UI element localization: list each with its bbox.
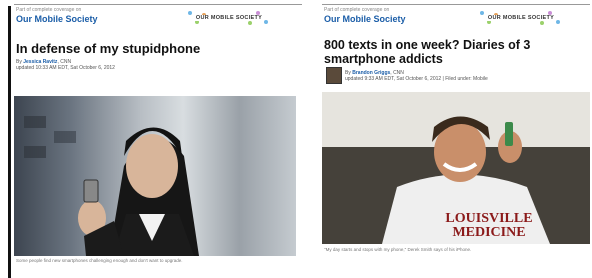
hoodie-lettering: LOUISVILLE MEDICINE — [434, 212, 544, 240]
article-photo — [14, 96, 296, 256]
author-avatar[interactable] — [326, 67, 342, 84]
badge-label: OUR MOBILE SOCIETY — [193, 14, 265, 21]
part-of-label: Part of complete coverage on — [16, 7, 82, 13]
article-panel-left: Part of complete coverage on Our Mobile … — [14, 4, 302, 263]
part-of-label: Part of complete coverage on — [324, 7, 390, 13]
series-link[interactable]: Our Mobile Society — [16, 14, 98, 24]
article-headline[interactable]: 800 texts in one week? Diaries of 3 smar… — [324, 38, 584, 66]
hoodie-line-1: LOUISVILLE — [445, 211, 533, 226]
photo-caption: "My day starts and stops with my phone,"… — [324, 247, 472, 252]
left-border-rule — [8, 6, 11, 278]
photo-caption: Some people find new smartphones challen… — [16, 258, 183, 263]
updated-timestamp: updated 9:33 AM EDT, Sat October 6, 2012… — [345, 76, 488, 82]
hoodie-line-2: MEDICINE — [452, 225, 526, 240]
article-headline[interactable]: In defense of my stupidphone — [16, 42, 200, 56]
article-photo: LOUISVILLE MEDICINE — [322, 92, 590, 244]
woman-with-phone-photo — [24, 116, 199, 256]
badge-label: OUR MOBILE SOCIETY — [485, 14, 557, 21]
byline: By Brandon Griggs, CNN updated 9:33 AM E… — [345, 70, 488, 82]
article-panel-right: Part of complete coverage on Our Mobile … — [322, 4, 590, 262]
series-badge[interactable]: OUR MOBILE SOCIETY — [186, 9, 272, 26]
series-badge[interactable]: OUR MOBILE SOCIETY — [478, 9, 564, 26]
series-link[interactable]: Our Mobile Society — [324, 14, 406, 24]
byline: By Jessica Ravitz, CNN updated 10:33 AM … — [16, 59, 115, 71]
updated-timestamp: updated 10:33 AM EDT, Sat October 6, 201… — [16, 65, 115, 71]
